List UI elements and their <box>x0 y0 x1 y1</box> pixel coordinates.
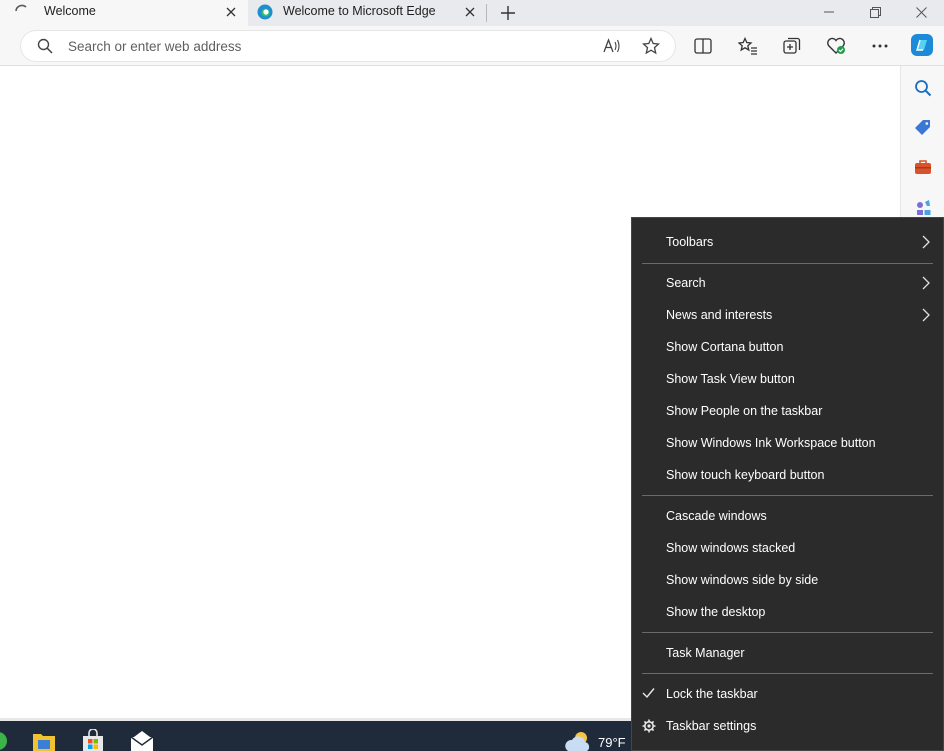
menu-item-show-the-desktop[interactable]: Show the desktop <box>632 597 943 627</box>
menu-item-show-touch-keyboard[interactable]: Show touch keyboard button <box>632 460 943 490</box>
menu-item-label: Task Manager <box>666 646 745 660</box>
games-chess-icon[interactable] <box>912 196 934 218</box>
read-aloud-icon[interactable] <box>601 35 623 57</box>
file-explorer-icon[interactable] <box>32 729 56 751</box>
menu-item-label: Show the desktop <box>666 605 766 619</box>
split-screen-icon[interactable] <box>692 35 714 57</box>
plus-icon <box>501 6 515 20</box>
more-options-icon[interactable] <box>869 35 891 57</box>
menu-item-label: Show windows stacked <box>666 541 796 555</box>
menu-item-show-ink-workspace[interactable]: Show Windows Ink Workspace button <box>632 428 943 458</box>
tab-strip: Welcome Welcome to Microsoft Edge <box>0 0 944 26</box>
close-icon <box>915 6 927 18</box>
loading-spinner-icon <box>15 4 27 12</box>
tab-close-icon[interactable] <box>461 3 479 21</box>
menu-item-label: Show windows side by side <box>666 573 819 587</box>
sidebar-search-icon[interactable] <box>912 77 934 99</box>
chevron-right-icon <box>922 308 930 322</box>
menu-item-label: Lock the taskbar <box>666 687 758 701</box>
menu-item-cascade-windows[interactable]: Cascade windows <box>632 501 943 531</box>
restore-button[interactable] <box>852 0 898 24</box>
tab-welcome[interactable]: Welcome <box>0 0 248 26</box>
app-green-icon[interactable] <box>0 729 8 751</box>
menu-item-label: Toolbars <box>666 235 714 249</box>
mail-icon[interactable] <box>130 729 154 751</box>
menu-item-label: Show People on the taskbar <box>666 404 823 418</box>
minimize-icon <box>824 11 834 13</box>
menu-item-show-windows-side-by-side[interactable]: Show windows side by side <box>632 565 943 595</box>
address-input[interactable] <box>68 36 588 56</box>
minimize-button[interactable] <box>806 0 852 24</box>
copilot-icon[interactable] <box>910 33 934 57</box>
tools-briefcase-icon[interactable] <box>912 156 934 178</box>
menu-separator <box>642 673 933 674</box>
restore-icon <box>869 6 881 18</box>
menu-item-show-cortana-button[interactable]: Show Cortana button <box>632 332 943 362</box>
menu-item-search[interactable]: Search <box>632 268 943 298</box>
taskbar-context-menu: Toolbars Search News and interests Show … <box>631 217 944 751</box>
tab-welcome-to-edge[interactable]: Welcome to Microsoft Edge <box>250 0 487 26</box>
weather-cloudy-icon[interactable] <box>563 729 593 751</box>
chevron-right-icon <box>922 235 930 249</box>
store-icon[interactable] <box>81 729 105 751</box>
browser-toolbar <box>0 26 944 66</box>
chevron-right-icon <box>922 276 930 290</box>
menu-item-label: Show Windows Ink Workspace button <box>666 436 876 450</box>
tab-separator <box>486 4 487 22</box>
favorites-icon[interactable] <box>737 35 759 57</box>
address-bar[interactable] <box>21 31 675 61</box>
menu-item-show-people[interactable]: Show People on the taskbar <box>632 396 943 426</box>
menu-item-toolbars[interactable]: Toolbars <box>632 227 943 257</box>
shopping-tag-icon[interactable] <box>912 117 934 139</box>
menu-item-news-and-interests[interactable]: News and interests <box>632 300 943 330</box>
menu-item-task-manager[interactable]: Task Manager <box>632 638 943 668</box>
edge-logo-icon <box>257 4 273 20</box>
browser-essentials-icon[interactable] <box>825 35 847 57</box>
menu-item-label: Show touch keyboard button <box>666 468 825 482</box>
checkmark-icon <box>642 688 655 699</box>
menu-item-label: Show Cortana button <box>666 340 784 354</box>
search-icon <box>37 38 53 54</box>
close-window-button[interactable] <box>898 0 944 24</box>
menu-item-show-task-view-button[interactable]: Show Task View button <box>632 364 943 394</box>
favorite-star-icon[interactable] <box>640 35 662 57</box>
menu-item-label: News and interests <box>666 308 773 322</box>
menu-item-label: Show Task View button <box>666 372 795 386</box>
tab-title: Welcome <box>44 4 96 18</box>
menu-item-show-windows-stacked[interactable]: Show windows stacked <box>632 533 943 563</box>
weather-temperature[interactable]: 79°F <box>598 735 626 750</box>
new-tab-button[interactable] <box>497 2 519 24</box>
collections-icon[interactable] <box>781 35 803 57</box>
menu-item-label: Search <box>666 276 706 290</box>
gear-icon <box>642 719 656 733</box>
tab-close-icon[interactable] <box>222 3 240 21</box>
menu-item-lock-the-taskbar[interactable]: Lock the taskbar <box>632 679 943 709</box>
menu-item-label: Cascade windows <box>666 509 767 523</box>
tab-title: Welcome to Microsoft Edge <box>283 4 436 18</box>
menu-item-label: Taskbar settings <box>666 719 757 733</box>
menu-separator <box>642 495 933 496</box>
menu-item-taskbar-settings[interactable]: Taskbar settings <box>632 711 943 741</box>
menu-separator <box>642 632 933 633</box>
menu-separator <box>642 263 933 264</box>
